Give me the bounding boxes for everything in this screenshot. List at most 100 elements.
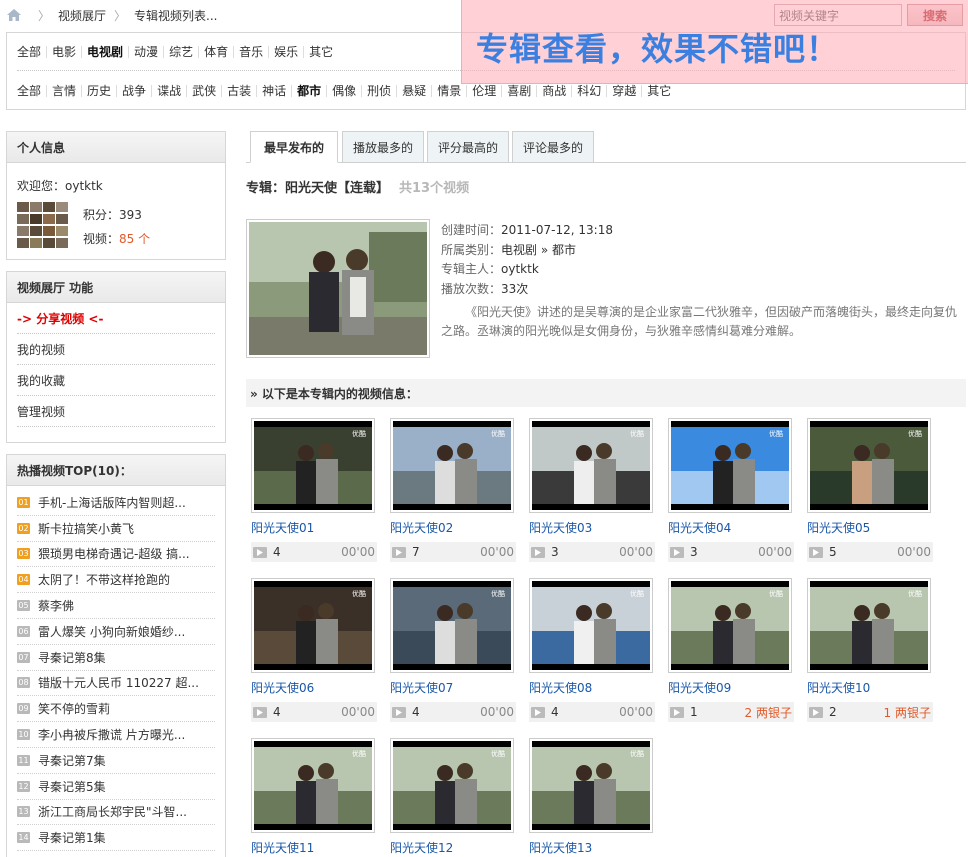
top-video-title[interactable]: 笑不停的雪莉 — [38, 700, 110, 717]
sub-category-item-6[interactable]: 古装 — [222, 85, 258, 97]
main-category-item-6[interactable]: 音乐 — [234, 45, 270, 58]
sub-category-item-4[interactable]: 谍战 — [152, 85, 188, 97]
main-category-item-8[interactable]: 其它 — [304, 46, 338, 58]
sub-category-item-18[interactable]: 其它 — [642, 85, 676, 97]
manage-videos-link[interactable]: 管理视频 — [17, 396, 215, 427]
video-title-link[interactable]: 阳光天使08 — [529, 679, 655, 696]
video-thumbnail[interactable]: 优酷 — [529, 738, 653, 833]
video-title-link[interactable]: 阳光天使07 — [390, 679, 516, 696]
sub-category-item-1[interactable]: 言情 — [47, 85, 83, 97]
share-video-link[interactable]: -> 分享视频 <- — [17, 303, 215, 334]
top-video-item[interactable]: 02 斯卡拉搞笑小黄飞 — [17, 516, 215, 542]
top-video-title[interactable]: 寻秦记第7集 — [38, 752, 106, 769]
video-title-link[interactable]: 阳光天使12 — [390, 839, 516, 856]
sub-category-item-12[interactable]: 情景 — [432, 85, 468, 97]
top-video-title[interactable]: 蔡李佛 — [38, 597, 74, 614]
sub-category-item-8[interactable]: 都市 — [292, 85, 328, 97]
tab-most-commented[interactable]: 评论最多的 — [512, 131, 594, 163]
play-count: 1 — [690, 705, 698, 719]
top-video-item[interactable]: 07 寻秦记第8集 — [17, 645, 215, 671]
sub-category-item-11[interactable]: 悬疑 — [397, 85, 433, 97]
breadcrumb-item-video-hall[interactable]: 视频展厅 — [58, 7, 106, 24]
top-video-title[interactable]: 错版十元人民币 110227 超... — [38, 674, 199, 691]
top-video-item[interactable]: 10 李小冉被斥撒谎 片方曝光... — [17, 722, 215, 748]
main-category-item-0[interactable]: 全部 — [17, 45, 48, 58]
video-thumbnail[interactable]: 优酷 — [390, 418, 514, 513]
top-video-title[interactable]: 斯卡拉搞笑小黄飞 — [38, 520, 134, 537]
sub-category-item-14[interactable]: 喜剧 — [502, 85, 538, 97]
video-thumbnail[interactable]: 优酷 — [390, 578, 514, 673]
top-video-title[interactable]: 雷人爆笑 小狗向新娘婚纱... — [38, 623, 185, 640]
user-avatar[interactable] — [17, 202, 69, 248]
tab-earliest[interactable]: 最早发布的 — [250, 131, 338, 163]
video-thumbnail[interactable]: 优酷 — [251, 578, 375, 673]
video-thumbnail[interactable]: 优酷 — [807, 578, 931, 673]
top-video-title[interactable]: 寻秦记第1集 — [38, 829, 106, 846]
top-video-item[interactable]: 12 寻秦记第5集 — [17, 774, 215, 800]
top-video-item[interactable]: 08 错版十元人民币 110227 超... — [17, 671, 215, 697]
top-video-item[interactable]: 01 手机-上海话版阵内智则超... — [17, 490, 215, 516]
top-video-item[interactable]: 14 寻秦记第1集 — [17, 825, 215, 852]
my-favorites-link[interactable]: 我的收藏 — [17, 365, 215, 396]
main-category-item-7[interactable]: 娱乐 — [269, 45, 305, 58]
video-thumbnail[interactable]: 优酷 — [529, 418, 653, 513]
video-title-link[interactable]: 阳光天使13 — [529, 839, 655, 856]
videos-count-link[interactable]: 85 个 — [119, 232, 150, 246]
video-title-link[interactable]: 阳光天使02 — [390, 519, 516, 536]
svg-text:优酷: 优酷 — [491, 589, 505, 598]
main-category-item-3[interactable]: 动漫 — [129, 45, 165, 58]
rank-badge: 14 — [17, 832, 30, 844]
top-video-item[interactable]: 03 猥琐男电梯奇遇记-超级 搞... — [17, 542, 215, 568]
main-category-item-1[interactable]: 电影 — [47, 45, 83, 58]
video-thumbnail[interactable]: 优酷 — [529, 578, 653, 673]
sub-category-item-5[interactable]: 武侠 — [187, 85, 223, 97]
home-icon[interactable] — [6, 8, 22, 22]
video-title-link[interactable]: 阳光天使05 — [807, 519, 933, 536]
video-title-link[interactable]: 阳光天使06 — [251, 679, 377, 696]
top-video-item[interactable]: 05 蔡李佛 — [17, 593, 215, 619]
video-title-link[interactable]: 阳光天使01 — [251, 519, 377, 536]
album-category-link[interactable]: 电视剧 » 都市 — [501, 243, 576, 257]
video-title-link[interactable]: 阳光天使03 — [529, 519, 655, 536]
sub-category-item-3[interactable]: 战争 — [117, 85, 153, 97]
sub-category-item-16[interactable]: 科幻 — [572, 85, 608, 97]
top-video-item[interactable]: 06 雷人爆笑 小狗向新娘婚纱... — [17, 619, 215, 645]
top-video-item[interactable]: 04 太阴了！不带这样抢跑的 — [17, 567, 215, 594]
tab-top-rated[interactable]: 评分最高的 — [427, 131, 509, 163]
video-title-link[interactable]: 阳光天使04 — [668, 519, 794, 536]
album-cover[interactable] — [246, 219, 430, 358]
video-thumbnail[interactable]: 优酷 — [390, 738, 514, 833]
video-title-link[interactable]: 阳光天使09 — [668, 679, 794, 696]
top-video-title[interactable]: 手机-上海话版阵内智则超... — [38, 494, 186, 511]
sub-category-item-15[interactable]: 商战 — [537, 85, 573, 97]
sub-category-item-9[interactable]: 偶像 — [327, 85, 363, 97]
tab-most-played[interactable]: 播放最多的 — [342, 131, 424, 163]
video-title-link[interactable]: 阳光天使10 — [807, 679, 933, 696]
video-thumbnail[interactable]: 优酷 — [668, 578, 792, 673]
main-category-item-2[interactable]: 电视剧 — [82, 45, 130, 58]
video-thumbnail[interactable]: 优酷 — [251, 418, 375, 513]
video-thumbnail[interactable]: 优酷 — [668, 418, 792, 513]
my-videos-link[interactable]: 我的视频 — [17, 334, 215, 365]
top-video-title[interactable]: 寻秦记第8集 — [38, 649, 106, 666]
main-category-item-4[interactable]: 综艺 — [164, 45, 200, 58]
top-video-title[interactable]: 猥琐男电梯奇遇记-超级 搞... — [38, 545, 190, 562]
sub-category-item-10[interactable]: 刑侦 — [362, 85, 398, 97]
sub-category-item-13[interactable]: 伦理 — [467, 85, 503, 97]
top-video-title[interactable]: 李小冉被斥撒谎 片方曝光... — [38, 726, 185, 743]
sub-category-item-17[interactable]: 穿越 — [607, 85, 643, 97]
album-owner-link[interactable]: oytktk — [501, 262, 539, 276]
main-category-item-5[interactable]: 体育 — [199, 45, 235, 58]
top-video-item[interactable]: 11 寻秦记第7集 — [17, 748, 215, 774]
video-thumbnail[interactable]: 优酷 — [251, 738, 375, 833]
top-video-title[interactable]: 浙江工商局长郑宇民"斗智... — [38, 803, 187, 820]
sub-category-item-7[interactable]: 神话 — [257, 85, 293, 97]
top-video-title[interactable]: 太阴了！不带这样抢跑的 — [38, 571, 170, 588]
video-title-link[interactable]: 阳光天使11 — [251, 839, 377, 856]
video-thumbnail[interactable]: 优酷 — [807, 418, 931, 513]
top-video-title[interactable]: 寻秦记第5集 — [38, 778, 106, 795]
top-video-item[interactable]: 13 浙江工商局长郑宇民"斗智... — [17, 800, 215, 826]
sub-category-item-2[interactable]: 历史 — [82, 85, 118, 97]
sub-category-item-0[interactable]: 全部 — [17, 85, 48, 97]
top-video-item[interactable]: 09 笑不停的雪莉 — [17, 696, 215, 723]
